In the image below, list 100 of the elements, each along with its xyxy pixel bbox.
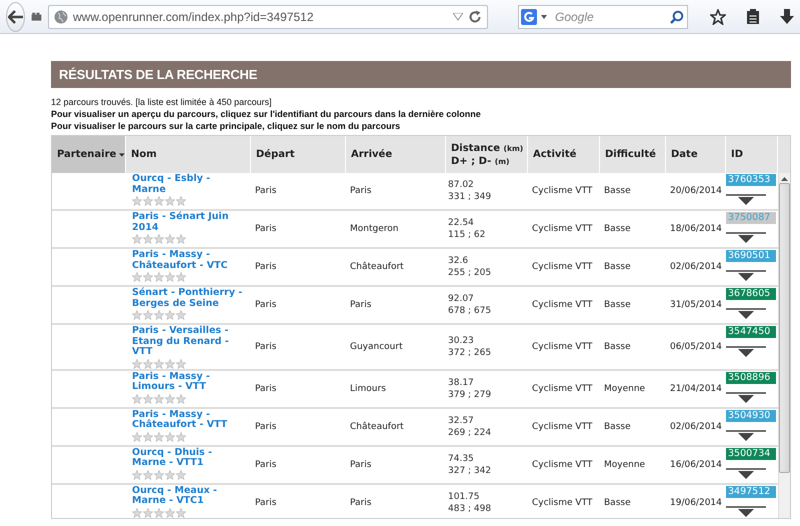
table-cell: Moyenne (604, 460, 646, 470)
back-button[interactable] (6, 2, 26, 32)
star-icon (154, 272, 164, 282)
table-cell: Cyclisme VTT (532, 384, 592, 394)
table-cell: 21/04/2014 (670, 384, 722, 394)
column-header[interactable]: Difficulté (600, 136, 666, 173)
table-cell: Basse (604, 262, 631, 272)
table-cell: Paris (350, 186, 372, 196)
star-icon (176, 432, 186, 442)
star-icon (176, 508, 186, 518)
distance-text: 101.75 (448, 490, 480, 502)
url-text: www.openrunner.com/index.php?id=3497512 (73, 10, 315, 24)
route-name-link[interactable]: Paris - Massy - Châteaufort - VTT (132, 410, 247, 430)
id-badge[interactable]: 3504930 (726, 410, 776, 422)
star-icon (176, 310, 186, 320)
dropdown-icon[interactable] (726, 430, 766, 442)
tab-groups-icon[interactable] (31, 10, 42, 24)
table-cell: Paris (255, 342, 276, 352)
route-name-link[interactable]: Paris - Massy - Limours - VTT (132, 372, 247, 392)
route-name-link[interactable]: Paris - Sénart Juin 2014 (132, 212, 247, 233)
back-icon (8, 10, 24, 24)
elevation-text: 331 ; 349 (448, 191, 492, 203)
download-icon[interactable] (780, 8, 794, 24)
route-name-link[interactable]: Paris - Massy - Châteaufort - VTC (132, 250, 247, 271)
distance-text: 74.35 (448, 452, 475, 464)
star-icon (132, 432, 142, 442)
dropdown-icon[interactable] (726, 232, 766, 244)
star-icon (132, 470, 142, 480)
reload-icon[interactable] (468, 10, 482, 24)
table-cell: Guyancourt (350, 342, 403, 352)
scrollbar[interactable] (778, 173, 790, 518)
star-icon (132, 272, 142, 282)
dropdown-icon[interactable] (726, 468, 766, 480)
star-icon (165, 310, 175, 320)
star-icon (165, 196, 175, 206)
table-cell: Cyclisme VTT (532, 224, 592, 234)
route-name-link[interactable]: Ourcq - Meaux - Marne - VTC1 (132, 486, 247, 506)
table-cell: Châteaufort (350, 422, 404, 432)
star-icon[interactable] (710, 8, 726, 24)
distance-text: 32.57 (448, 414, 475, 426)
route-name-link[interactable]: Paris - Versailles - Etang du Renard - VTT (132, 326, 247, 358)
distance-text: 22.54 (448, 217, 475, 229)
column-header[interactable]: Départ (251, 136, 346, 173)
route-name-link[interactable]: Ourcq - Esbly - Marne (132, 174, 247, 195)
distance-text: 38.17 (448, 376, 475, 388)
table-cell: Paris (350, 498, 372, 508)
column-header[interactable]: ID (726, 136, 778, 173)
id-badge[interactable]: 3547450 (726, 326, 776, 338)
table-cell: Paris (255, 422, 276, 432)
column-header[interactable]: Nom (126, 136, 251, 173)
star-icon (154, 508, 164, 518)
clipboard-icon[interactable] (746, 8, 760, 24)
table-cell: Basse (604, 300, 631, 310)
star-icon (143, 310, 153, 320)
id-badge[interactable]: 3760353 (726, 174, 776, 186)
table-cell: Basse (604, 186, 631, 196)
star-icon (176, 394, 186, 404)
table-cell: Cyclisme VTT (532, 262, 592, 272)
info-text: Pour visualiser un aperçu du parcours, cliquez sur l'identifiant du parcours dans la dernière colonne (51, 108, 482, 120)
dropdown-icon[interactable] (726, 506, 766, 518)
route-name-link[interactable]: Ourcq - Dhuis - Marne - VTT1 (132, 448, 247, 468)
table-cell: Cyclisme VTT (532, 342, 592, 352)
dropdown-icon[interactable] (726, 346, 766, 358)
id-badge[interactable]: 3508896 (726, 372, 776, 384)
id-badge[interactable]: 3690501 (726, 250, 776, 262)
star-icon (132, 508, 142, 518)
distance-text: 30.23 (448, 334, 475, 347)
scroll-up-icon[interactable] (781, 177, 788, 181)
info-text: Pour visualiser le parcours sur la carte principale, cliquez sur le nom du parcours (51, 120, 402, 132)
globe-icon (54, 10, 68, 24)
dropdown-icon[interactable] (726, 392, 766, 404)
dropdown-icon[interactable] (726, 270, 766, 282)
distance-text: 92.07 (448, 293, 475, 305)
table-cell: Basse (604, 498, 631, 508)
search-field[interactable]: Google (518, 4, 688, 28)
column-header[interactable]: Date (666, 136, 726, 173)
route-name-link[interactable]: Sénart - Ponthierry - Berges de Seine (132, 288, 247, 309)
column-header[interactable]: Partenaire (52, 136, 126, 173)
dropdown-icon[interactable] (726, 194, 766, 206)
star-icon (154, 196, 164, 206)
id-badge[interactable]: 3500734 (726, 448, 776, 460)
table-cell: 02/06/2014 (670, 262, 722, 272)
id-badge[interactable]: 3497512 (726, 486, 776, 498)
star-icon (143, 196, 153, 206)
elevation-text: 372 ; 265 (448, 346, 492, 359)
address-bar[interactable]: www.openrunner.com/index.php?id=3497512 (48, 4, 488, 28)
star-icon (143, 470, 153, 480)
search-icon[interactable] (670, 10, 684, 24)
dropdown-icon[interactable] (726, 308, 766, 320)
section-header: RÉSULTATS DE LA RECHERCHE (51, 61, 791, 88)
star-icon (143, 234, 153, 244)
table-cell: Cyclisme VTT (532, 422, 592, 432)
column-header[interactable]: Arrivée (346, 136, 446, 173)
info-text: 12 parcours trouvés. [la liste est limitée à 450 parcours] (51, 96, 273, 108)
id-badge[interactable]: 3678605 (726, 288, 776, 300)
distance-text: 32.6 (448, 255, 470, 267)
table-cell: Limours (350, 384, 386, 394)
table-cell: Paris (255, 460, 276, 470)
column-header[interactable]: Activité (528, 136, 600, 173)
table-cell: 20/06/2014 (670, 186, 722, 196)
